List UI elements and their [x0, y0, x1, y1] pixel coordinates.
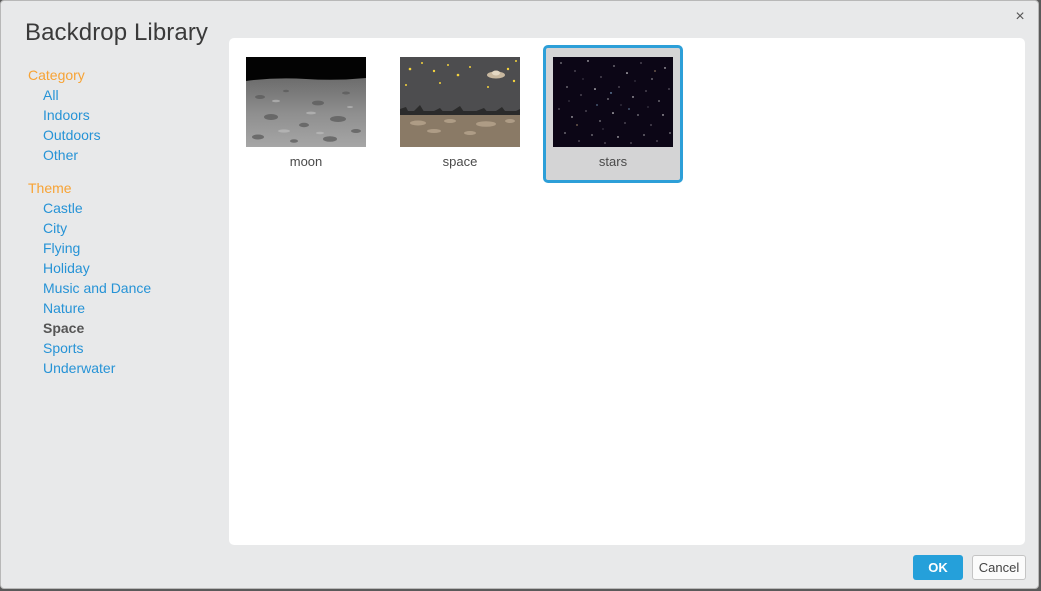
stars-image: [553, 57, 673, 147]
space-image: [400, 57, 520, 147]
category-item-indoors[interactable]: Indoors: [43, 105, 218, 125]
theme-list: Castle City Flying Holiday Music and Dan…: [28, 198, 218, 378]
backdrop-tile-moon[interactable]: moon: [236, 45, 376, 183]
stars-thumbnail: [553, 57, 673, 147]
backdrop-tile-stars[interactable]: stars: [543, 45, 683, 183]
theme-item-sports[interactable]: Sports: [43, 338, 218, 358]
theme-item-flying[interactable]: Flying: [43, 238, 218, 258]
theme-item-underwater[interactable]: Underwater: [43, 358, 218, 378]
backdrop-tile-space[interactable]: space: [390, 45, 530, 183]
theme-item-castle[interactable]: Castle: [43, 198, 218, 218]
backdrop-label-space: space: [442, 154, 478, 169]
theme-item-nature[interactable]: Nature: [43, 298, 218, 318]
category-heading: Category: [28, 67, 85, 83]
sidebar: Category All Indoors Outdoors Other Them…: [28, 65, 218, 378]
backdrop-library-dialog: Backdrop Library × Category All Indoors …: [0, 0, 1039, 589]
category-item-outdoors[interactable]: Outdoors: [43, 125, 218, 145]
theme-item-holiday[interactable]: Holiday: [43, 258, 218, 278]
backdrop-label-stars: stars: [598, 154, 628, 169]
category-list: All Indoors Outdoors Other: [28, 85, 218, 165]
category-item-other[interactable]: Other: [43, 145, 218, 165]
theme-item-city[interactable]: City: [43, 218, 218, 238]
theme-item-music-and-dance[interactable]: Music and Dance: [43, 278, 218, 298]
backdrop-grid: moon space stars: [229, 38, 1025, 545]
theme-heading: Theme: [28, 180, 72, 196]
close-icon[interactable]: ×: [1010, 7, 1030, 27]
moon-thumbnail: [246, 57, 366, 147]
cancel-button[interactable]: Cancel: [972, 555, 1026, 580]
moon-image: [246, 57, 366, 147]
dialog-title: Backdrop Library: [25, 19, 209, 46]
theme-item-space[interactable]: Space: [43, 318, 218, 338]
backdrop-label-moon: moon: [289, 154, 323, 169]
space-thumbnail: [400, 57, 520, 147]
category-item-all[interactable]: All: [43, 85, 218, 105]
ok-button[interactable]: OK: [913, 555, 963, 580]
